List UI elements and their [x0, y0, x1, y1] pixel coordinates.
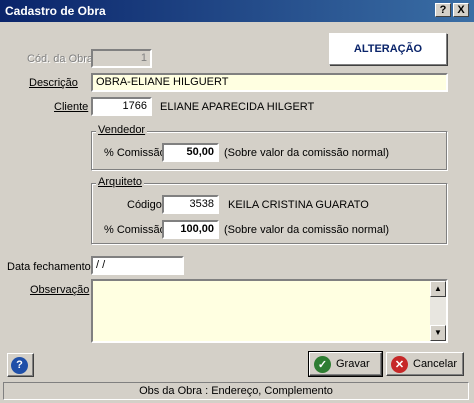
cod-obra-field: 1 [91, 49, 152, 68]
descricao-field[interactable]: OBRA-ELIANE HILGUERT [91, 73, 448, 92]
gravar-label: Gravar [336, 358, 370, 370]
arquiteto-codigo-label: Código [127, 199, 162, 211]
descricao-label: Descrição [29, 77, 78, 89]
help-button[interactable]: ? [7, 353, 34, 377]
arquiteto-codigo-field[interactable]: 3538 [162, 195, 219, 214]
cod-obra-label: Cód. da Obra [27, 53, 94, 65]
close-button[interactable]: X [453, 3, 469, 17]
cancelar-button[interactable]: ✕ Cancelar [386, 352, 464, 376]
window-title: Cadastro de Obra [5, 4, 106, 18]
status-bar: Obs da Obra : Endereço, Complemento [3, 382, 469, 400]
title-bar: Cadastro de Obra ? X [0, 0, 474, 22]
cancel-x-icon: ✕ [391, 355, 408, 373]
scroll-up-icon[interactable]: ▲ [430, 281, 446, 297]
cliente-code-field[interactable]: 1766 [91, 97, 152, 116]
observacao-scrollbar[interactable]: ▲ ▼ [430, 281, 446, 341]
arquiteto-comissao-note: (Sobre valor da comissão normal) [224, 224, 390, 236]
checkmark-icon: ✓ [314, 355, 331, 373]
vendedor-comissao-field[interactable]: 50,00 [162, 143, 219, 162]
help-title-button[interactable]: ? [435, 3, 451, 17]
data-fechamento-label: Data fechamento [7, 261, 91, 273]
mode-indicator: ALTERAÇÃO [329, 33, 447, 65]
arquiteto-name: KEILA CRISTINA GUARATO [228, 199, 369, 211]
help-icon: ? [11, 356, 28, 374]
data-fechamento-field[interactable]: / / [91, 256, 184, 275]
vendedor-comissao-note: (Sobre valor da comissão normal) [224, 147, 390, 159]
cliente-name: ELIANE APARECIDA HILGERT [160, 101, 315, 113]
scroll-down-icon[interactable]: ▼ [430, 325, 446, 341]
cancelar-label: Cancelar [413, 358, 458, 370]
observacao-label: Observação [30, 284, 90, 296]
cliente-label: Cliente [54, 101, 89, 113]
vendedor-group-title: Vendedor [96, 124, 148, 136]
arquiteto-group-title: Arquiteto [96, 176, 145, 188]
gravar-button[interactable]: ✓ Gravar [308, 351, 383, 377]
arquiteto-comissao-label: % Comissão [104, 224, 166, 236]
vendedor-comissao-label: % Comissão [104, 147, 166, 159]
observacao-memo[interactable]: ▲ ▼ [91, 279, 448, 343]
arquiteto-comissao-field[interactable]: 100,00 [162, 220, 219, 239]
